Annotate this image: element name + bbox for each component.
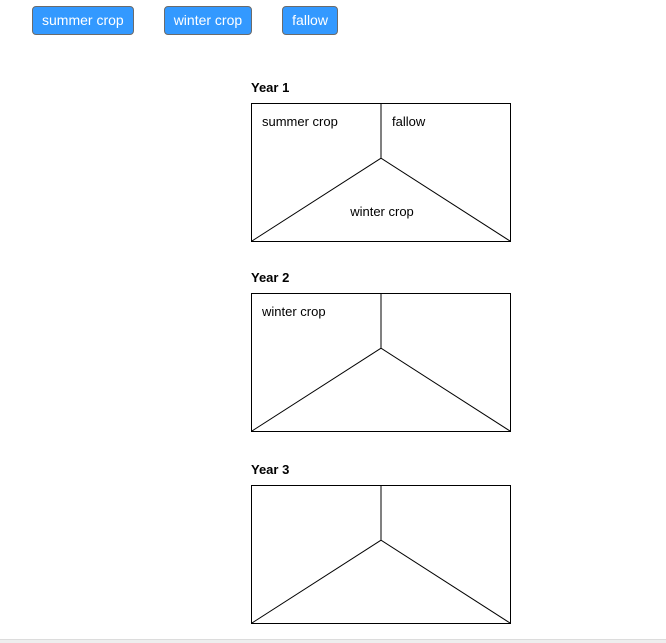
year-2-title: Year 2 [251,270,511,285]
chip-winter-crop[interactable]: winter crop [164,6,252,35]
year-3-field[interactable] [251,485,511,624]
year-1-slot-bottom[interactable]: winter crop [252,204,512,219]
footer-divider [0,639,666,643]
draggable-chip-bar: summer crop winter crop fallow [32,6,338,35]
year-2-block: Year 2 winter crop [251,270,511,432]
year-3-title: Year 3 [251,462,511,477]
year-1-slot-top-left[interactable]: summer crop [262,114,377,129]
year-1-block: Year 1 summer crop fallow winter crop [251,80,511,242]
year-1-title: Year 1 [251,80,511,95]
year-2-slot-top-left[interactable]: winter crop [262,304,377,319]
year-1-field[interactable]: summer crop fallow winter crop [251,103,511,242]
year-3-block: Year 3 [251,462,511,624]
year-2-field[interactable]: winter crop [251,293,511,432]
year-1-slot-top-right[interactable]: fallow [392,114,502,129]
chip-summer-crop[interactable]: summer crop [32,6,134,35]
field-divider-icon [252,486,510,623]
chip-fallow[interactable]: fallow [282,6,338,35]
